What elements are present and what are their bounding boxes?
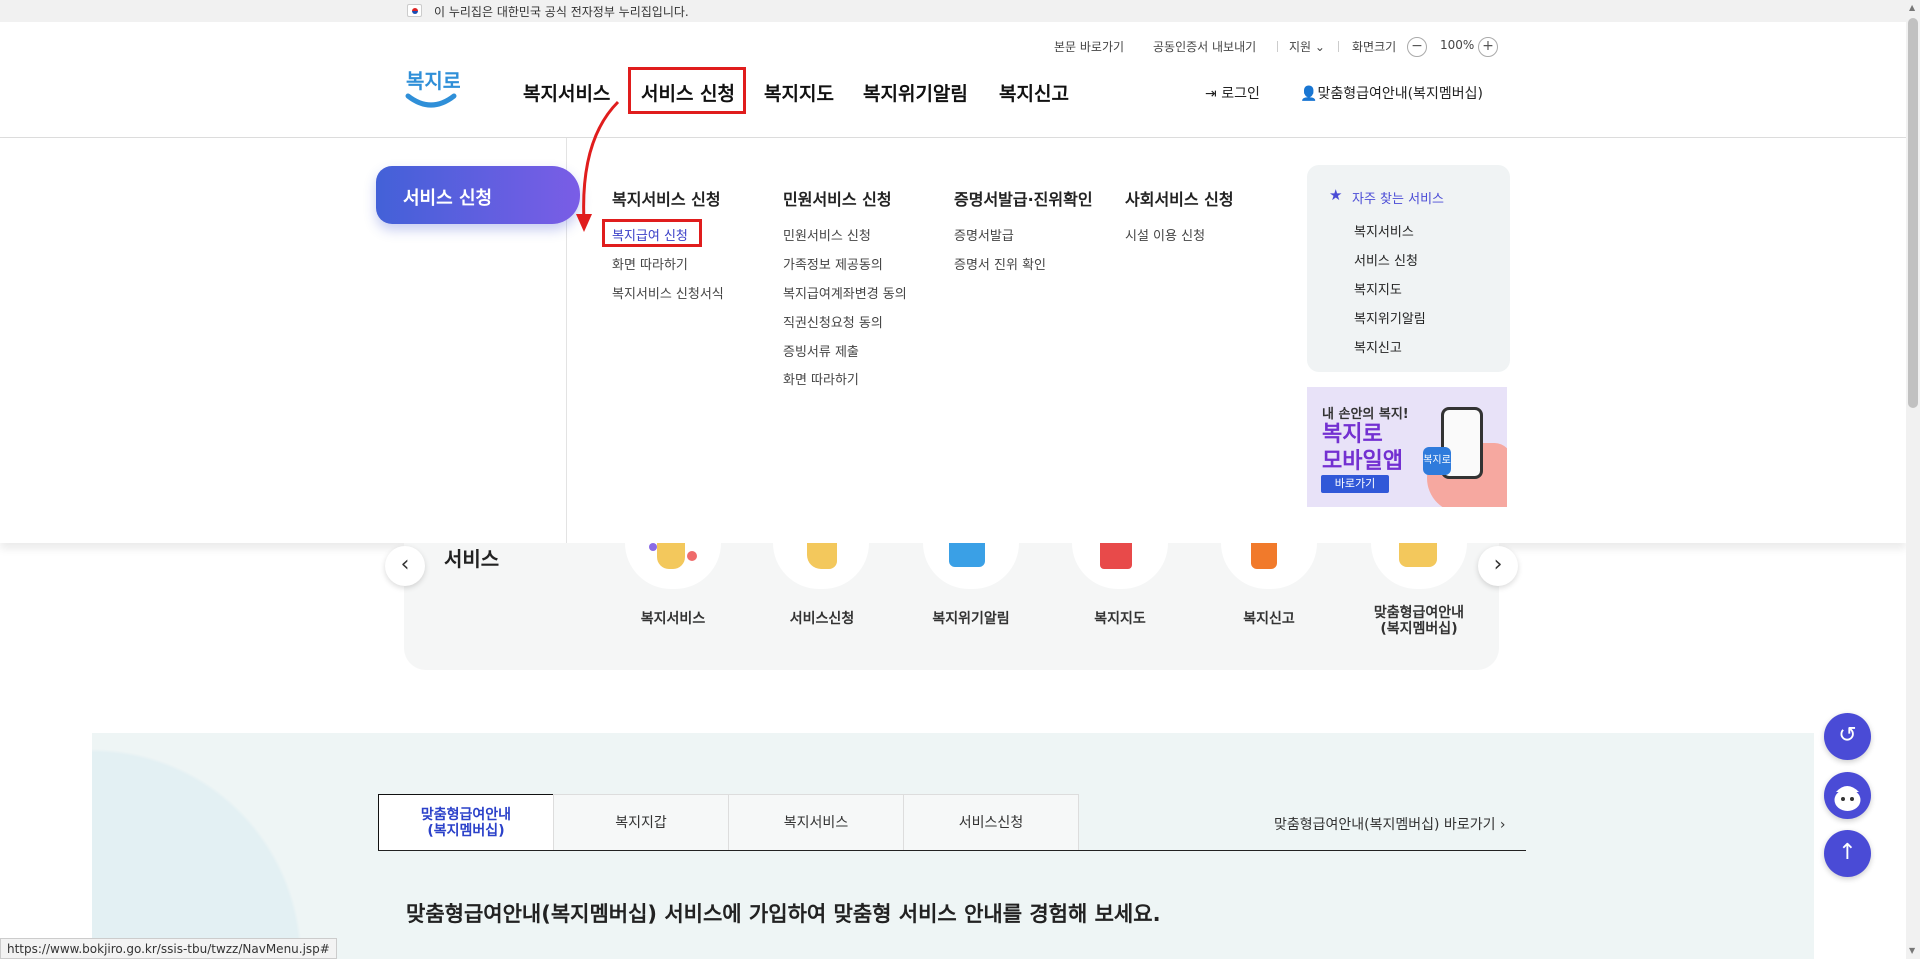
- menu-item-submit-documents[interactable]: 증빙서류 제출: [783, 341, 859, 360]
- menu-col-civil-apply-title[interactable]: 민원서비스 신청: [783, 186, 892, 210]
- scroll-down-arrow-icon[interactable]: ▼: [1909, 946, 1915, 955]
- export-cert-link[interactable]: 공동인증서 내보내기: [1153, 38, 1256, 55]
- history-icon: ↺: [1838, 723, 1857, 748]
- korea-flag-icon: [407, 4, 422, 17]
- menu-item-facility-apply[interactable]: 시설 이용 신청: [1125, 225, 1205, 244]
- quick-label-welfare-service[interactable]: 복지서비스: [603, 611, 743, 627]
- menu-item-account-change-consent[interactable]: 복지급여계좌변경 동의: [783, 283, 907, 302]
- app-icon: 복지로: [1423, 447, 1451, 475]
- menu-item-screen-guide[interactable]: 화면 따라하기: [612, 254, 688, 273]
- login-link[interactable]: ⇥ 로그인: [1205, 83, 1260, 103]
- menu-item-family-info-consent[interactable]: 가족정보 제공동의: [783, 254, 883, 273]
- menu-item-civil-apply[interactable]: 민원서비스 신청: [783, 225, 871, 244]
- mega-side-tab-service-apply[interactable]: 서비스 신청: [376, 166, 580, 224]
- star-icon: ★: [1329, 186, 1343, 204]
- tab-welfare-wallet[interactable]: 복지지갑: [553, 794, 729, 851]
- support-label: 지원: [1289, 40, 1312, 54]
- zoom-in-button[interactable]: +: [1478, 37, 1498, 57]
- membership-shortcut-link[interactable]: 맞춤형급여안내(복지멤버십) 바로가기 ›: [1274, 814, 1506, 834]
- tab-underline: [378, 850, 1526, 851]
- scroll-up-arrow-icon[interactable]: ▲: [1909, 3, 1915, 12]
- quick-label-welfare-map[interactable]: 복지지도: [1050, 611, 1190, 627]
- gnb-welfare-crisis-alert[interactable]: 복지위기알림: [863, 79, 968, 106]
- quick-label-crisis-alert[interactable]: 복지위기알림: [901, 611, 1041, 627]
- chevron-down-icon: ⌄: [1314, 40, 1325, 54]
- carousel-next-button[interactable]: ›: [1478, 546, 1518, 586]
- app-banner-line1: 복지로: [1322, 422, 1383, 447]
- tab-service-apply[interactable]: 서비스신청: [903, 794, 1079, 851]
- scroll-top-button[interactable]: ↑: [1824, 830, 1871, 877]
- app-banner-tagline: 내 손안의 복지!: [1322, 407, 1409, 422]
- zoom-out-button[interactable]: −: [1407, 37, 1427, 57]
- fav-item-crisis-alert[interactable]: 복지위기알림: [1354, 308, 1426, 327]
- status-url-bar: https://www.bokjiro.go.kr/ssis-tbu/twzz/…: [0, 938, 337, 959]
- history-button[interactable]: ↺: [1824, 713, 1871, 760]
- quick-label-membership[interactable]: 맞춤형급여안내 (복지멤버십): [1349, 605, 1489, 637]
- fav-item-welfare-service[interactable]: 복지서비스: [1354, 221, 1414, 240]
- support-dropdown[interactable]: 지원 ⌄: [1289, 38, 1325, 55]
- membership-promo-text: 맞춤형급여안내(복지멤버십) 서비스에 가입하여 맞춤형 서비스 안내를 경험해…: [406, 902, 1161, 926]
- annotation-arrow-icon: [576, 100, 620, 232]
- screen-size-label: 화면크기: [1352, 40, 1397, 54]
- fav-item-service-apply[interactable]: 서비스 신청: [1354, 250, 1418, 269]
- menu-col-social-service-title[interactable]: 사회서비스 신청: [1125, 186, 1234, 210]
- gnb-welfare-map[interactable]: 복지지도: [764, 79, 834, 106]
- menu-item-certificate-verify[interactable]: 증명서 진위 확인: [954, 254, 1046, 273]
- mega-menu: [0, 138, 1906, 543]
- membership-link[interactable]: 👤맞춤형급여안내(복지멤버십): [1300, 83, 1483, 103]
- menu-item-ex-officio-consent[interactable]: 직권신청요청 동의: [783, 312, 883, 331]
- fav-item-welfare-report[interactable]: 복지신고: [1354, 337, 1402, 356]
- user-plus-icon: 👤: [1300, 86, 1318, 102]
- app-banner-line2: 모바일앱: [1322, 449, 1403, 474]
- tab-welfare-service[interactable]: 복지서비스: [728, 794, 904, 851]
- skip-to-content-link[interactable]: 본문 바로가기: [1054, 38, 1124, 55]
- tab-membership[interactable]: 맞춤형급여안내 (복지멤버십): [378, 794, 554, 851]
- decorative-shape: [92, 733, 352, 959]
- app-banner-headline: 복지로 모바일앱: [1322, 421, 1403, 475]
- quick-service-title: 서비스: [444, 547, 500, 571]
- fav-item-welfare-map[interactable]: 복지지도: [1354, 279, 1402, 298]
- menu-col-certificate-title[interactable]: 증명서발급·진위확인: [954, 186, 1093, 210]
- menu-item-application-forms[interactable]: 복지서비스 신청서식: [612, 283, 724, 302]
- divider: [1277, 41, 1278, 52]
- quick-label-service-apply[interactable]: 서비스신청: [752, 611, 892, 627]
- login-icon: ⇥: [1205, 86, 1217, 102]
- zoom-level: 100%: [1440, 38, 1475, 52]
- logo-text: 복지로: [406, 69, 460, 93]
- gnb-welfare-report[interactable]: 복지신고: [999, 79, 1069, 106]
- bokjiro-logo[interactable]: 복지로: [402, 62, 461, 114]
- scrollbar-thumb[interactable]: [1908, 18, 1918, 408]
- login-label: 로그인: [1221, 86, 1260, 102]
- menu-item-screen-guide-2[interactable]: 화면 따라하기: [783, 369, 859, 388]
- membership-label: 맞춤형급여안내(복지멤버십): [1317, 86, 1483, 102]
- quick-label-welfare-report[interactable]: 복지신고: [1199, 611, 1339, 627]
- mobile-app-banner[interactable]: 내 손안의 복지! 복지로 모바일앱 바로가기 복지로: [1307, 387, 1507, 507]
- chatbot-character-icon: [1834, 786, 1861, 811]
- gov-banner: 이 누리집은 대한민국 공식 전자정부 누리집입니다.: [0, 0, 1906, 22]
- carousel-prev-button[interactable]: ‹: [385, 546, 425, 586]
- menu-item-certificate-issue[interactable]: 증명서발급: [954, 225, 1014, 244]
- chatbot-button[interactable]: [1824, 772, 1871, 819]
- arrow-up-icon: ↑: [1838, 840, 1857, 865]
- favorites-title: 자주 찾는 서비스: [1352, 192, 1444, 207]
- gnb-active-highlight: [628, 67, 746, 114]
- divider: [1338, 41, 1339, 52]
- app-banner-button[interactable]: 바로가기: [1321, 475, 1389, 493]
- gov-banner-text: 이 누리집은 대한민국 공식 전자정부 누리집입니다.: [434, 5, 689, 19]
